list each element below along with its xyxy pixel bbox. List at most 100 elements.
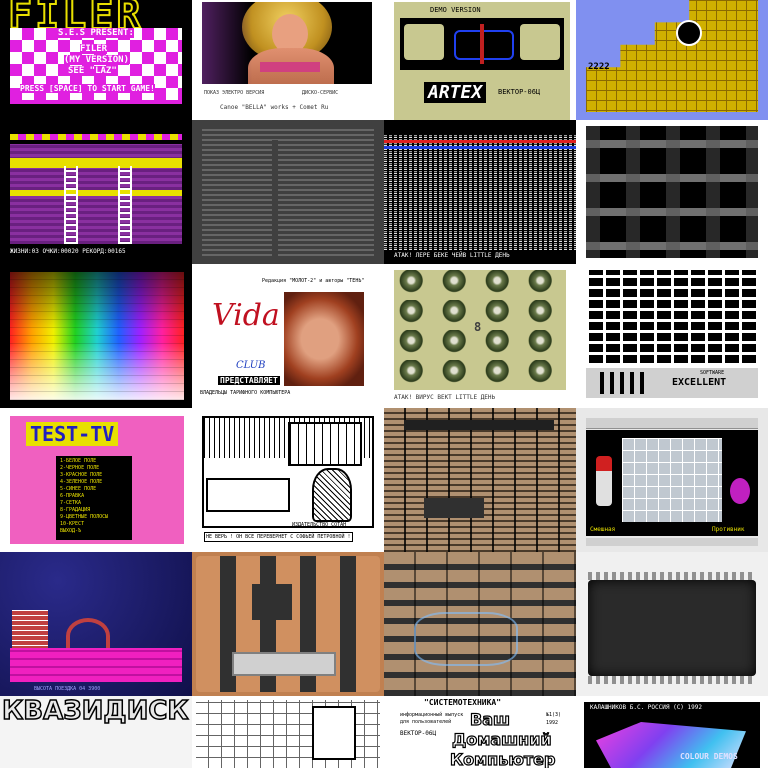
blocks-area bbox=[586, 0, 758, 112]
pcb2-slot bbox=[232, 652, 336, 676]
menu-item[interactable]: 5-СИНЕЕ ПОЛЕ bbox=[60, 486, 108, 493]
purple-glow bbox=[202, 2, 252, 84]
menu-item[interactable]: 8-ГРАДАЦИЯ bbox=[60, 507, 108, 514]
top-wave bbox=[10, 134, 182, 140]
night-platform-game[interactable]: ВЫСОТА ПОЕЗДКА 04 3900 bbox=[0, 552, 192, 696]
shelves-screen bbox=[586, 126, 758, 258]
bikini-shape bbox=[260, 62, 320, 72]
menu-item[interactable]: ВЫХОД-Ъ bbox=[60, 528, 108, 535]
court-center bbox=[454, 30, 514, 60]
magazine-issue-left: №1(3) bbox=[546, 712, 562, 718]
noise-blue-strip bbox=[384, 146, 576, 149]
circuit-schematic[interactable] bbox=[192, 696, 384, 768]
maze-area bbox=[586, 270, 758, 366]
test-tv-menu-list: 1-БЕЛОЕ ПОЛЕ 2-ЧЕРНОЕ ПОЛЕ 3-КРАСНОЕ ПОЛ… bbox=[60, 458, 108, 535]
magazine-big3: Компьютер bbox=[449, 749, 556, 768]
filer-line-4: SEE "LAZ" bbox=[68, 66, 117, 76]
noise-bands bbox=[384, 134, 576, 250]
filer-line-3: (MY VERSION) bbox=[64, 55, 130, 65]
tennis-logo: ARTEX bbox=[424, 82, 487, 103]
puzzle-grid bbox=[622, 438, 722, 522]
menu-item[interactable]: 9-ЦВЕТНЫЕ ПОЛОСЫ bbox=[60, 514, 108, 521]
magazine-machine: ВЕКТОР-06Ц bbox=[400, 730, 437, 737]
game-character bbox=[676, 20, 702, 46]
court-net bbox=[480, 24, 484, 64]
menu-item[interactable]: 6-ПРАВКА bbox=[60, 493, 108, 500]
wall-blocks bbox=[586, 126, 758, 258]
menu-item[interactable]: 1-БЕЛОЕ ПОЛЕ bbox=[60, 458, 108, 465]
court-right bbox=[520, 24, 560, 60]
kitchen-comic[interactable]: ИЗДАТЕЛЬСТВО СОТАН НЕ ВЕРЬ ! ОН ВСЕ ПЕРЕ… bbox=[192, 408, 384, 552]
pcb1-chip bbox=[424, 498, 484, 518]
magazine-big2: Домашний bbox=[451, 729, 552, 749]
bikini-footer: Сanoe "BELLA" works + Comet Ru bbox=[220, 104, 329, 111]
puzzle-king-left bbox=[596, 456, 612, 506]
magazine-issue-right: 1992 bbox=[546, 720, 559, 726]
magazine-header: "СИСТЕМОТЕХНИКА" bbox=[424, 698, 502, 707]
filer-line-1: S.E.S PRESENT: bbox=[58, 28, 134, 38]
tennis-screen: DEMO VERSION ARTEX ВЕКТОР-06Ц bbox=[394, 2, 570, 120]
night-status: ВЫСОТА ПОЕЗДКА 04 3900 bbox=[34, 686, 101, 692]
ladders-status: ЖИЗНИ:03 ОЧКИ:00020 РЕКОРД:00165 bbox=[10, 248, 126, 255]
colour-credits-screen[interactable]: КАЛАШНИКОВ Б.С. РОССИЯ (С) 1992 COLOUR D… bbox=[576, 696, 768, 768]
noise-screen[interactable]: АТАК! ЛЕРЕ БЕКЕ ЧЕЙВ LITTLE ДЕНЬ bbox=[384, 120, 576, 264]
menu-item[interactable]: 10-КРЕСТ bbox=[60, 521, 108, 528]
pcb1-connector bbox=[404, 420, 554, 430]
spheres-game[interactable]: 8 АТАК! ВИРУС ВЕКТ LITTLE ДЕНЬ bbox=[384, 264, 576, 408]
pcb-board-photo-1[interactable] bbox=[384, 408, 576, 552]
chip-pins bbox=[588, 572, 756, 684]
maze-logo: EXCELLENT bbox=[672, 377, 727, 388]
tennis-header: DEMO VERSION bbox=[430, 6, 481, 14]
credits-line: КАЛАШНИКОВ Б.С. РОССИЯ (С) 1992 bbox=[590, 704, 702, 711]
bikini-caption-right: ДИСКО-СЕРВИС bbox=[302, 90, 339, 96]
comic-credit: ИЗДАТЕЛЬСТВО СОТАН bbox=[292, 522, 347, 528]
ladder-left bbox=[64, 166, 78, 244]
menu-item[interactable]: 4-ЗЕЛЕНОЕ ПОЛЕ bbox=[60, 479, 108, 486]
ladders-game-screen[interactable]: ЖИЗНИ:03 ОЧКИ:00020 РЕКОРД:00165 bbox=[0, 120, 192, 264]
filer-line-2: FILER bbox=[80, 44, 108, 54]
comic-caption: НЕ ВЕРЬ ! ОН ВСЕ ПЕРЕВЕРНЕТ С СОФЬЕЙ ПЕТ… bbox=[204, 532, 353, 542]
maze-bar-icons bbox=[600, 372, 650, 394]
filer-line-5: PRESS [SPACE] TO START GAME! bbox=[20, 84, 155, 93]
gray-text-listing[interactable] bbox=[192, 120, 384, 264]
maze-game[interactable]: SOFTWARE EXCELLENT bbox=[576, 264, 768, 408]
palette-grid-lines bbox=[10, 272, 184, 400]
schematic-box bbox=[312, 706, 356, 760]
menu-item[interactable]: 7-СЕТКА bbox=[60, 500, 108, 507]
listing-text bbox=[202, 126, 374, 256]
pcb-board-photo-2[interactable] bbox=[192, 552, 384, 696]
menu-item[interactable]: 3-КРАСНОЕ ПОЛЕ bbox=[60, 472, 108, 479]
noise-red-strip bbox=[384, 140, 576, 143]
magazine-cover[interactable]: "СИСТЕМОТЕХНИКА" информационный выпуск д… bbox=[384, 696, 576, 768]
pcb-board-photo-3[interactable] bbox=[384, 552, 576, 696]
puzzle-toolbar bbox=[586, 418, 758, 429]
pcb2-main-chip bbox=[252, 584, 292, 620]
comic-figure bbox=[312, 468, 352, 522]
ic-chip-photo[interactable] bbox=[576, 552, 768, 696]
puzzle-king-right bbox=[730, 478, 750, 504]
listing-column-gap bbox=[272, 140, 278, 256]
menu-item[interactable]: 2-ЧЕРНОЕ ПОЛЕ bbox=[60, 465, 108, 472]
yellow-platform-mid bbox=[10, 190, 182, 196]
tennis-sub: ВЕКТОР-06Ц bbox=[498, 88, 541, 96]
maze-brand: SOFTWARE bbox=[700, 370, 725, 376]
vida-club-picture[interactable]: Редакция "МОЛОТ-2" и авторы "ТЕНЬ" Vida … bbox=[192, 264, 384, 408]
vida-header: Редакция "МОЛОТ-2" и авторы "ТЕНЬ" bbox=[262, 278, 365, 284]
kvazidisk-manual[interactable]: КВАЗИДИСК bbox=[0, 696, 192, 768]
pcb3-wires bbox=[414, 612, 518, 666]
ladder-right bbox=[118, 166, 132, 244]
puzzle-left-label: Смешная bbox=[590, 526, 616, 533]
vida-presents: ПРЕДСТАВЛЯЕТ bbox=[218, 376, 280, 385]
puzzle-right-label: Противник bbox=[712, 526, 745, 533]
filer-bottom-bar bbox=[10, 100, 182, 104]
puzzle-game-window[interactable]: Смешная Противник bbox=[576, 408, 768, 552]
spheres-center: 8 bbox=[474, 320, 482, 334]
puzzle-bottom-bar bbox=[586, 538, 758, 546]
test-tv-menu[interactable]: TEST-TV 1-БЕЛОЕ ПОЛЕ 2-ЧЕРНОЕ ПОЛЕ 3-КРА… bbox=[0, 408, 192, 552]
credits-tail: COLOUR DEMOS bbox=[680, 752, 738, 761]
color-palette[interactable] bbox=[0, 264, 192, 408]
shelves-game[interactable] bbox=[576, 120, 768, 264]
screenshot-gallery: FILER S.E.S PRESENT: FILER (MY VERSION) … bbox=[0, 0, 768, 768]
vida-face bbox=[284, 292, 364, 386]
vida-footer: ВЛАДЕЛЬЦЫ ТАРИФНОГО КОМПЬЮТЕРА bbox=[200, 390, 291, 396]
